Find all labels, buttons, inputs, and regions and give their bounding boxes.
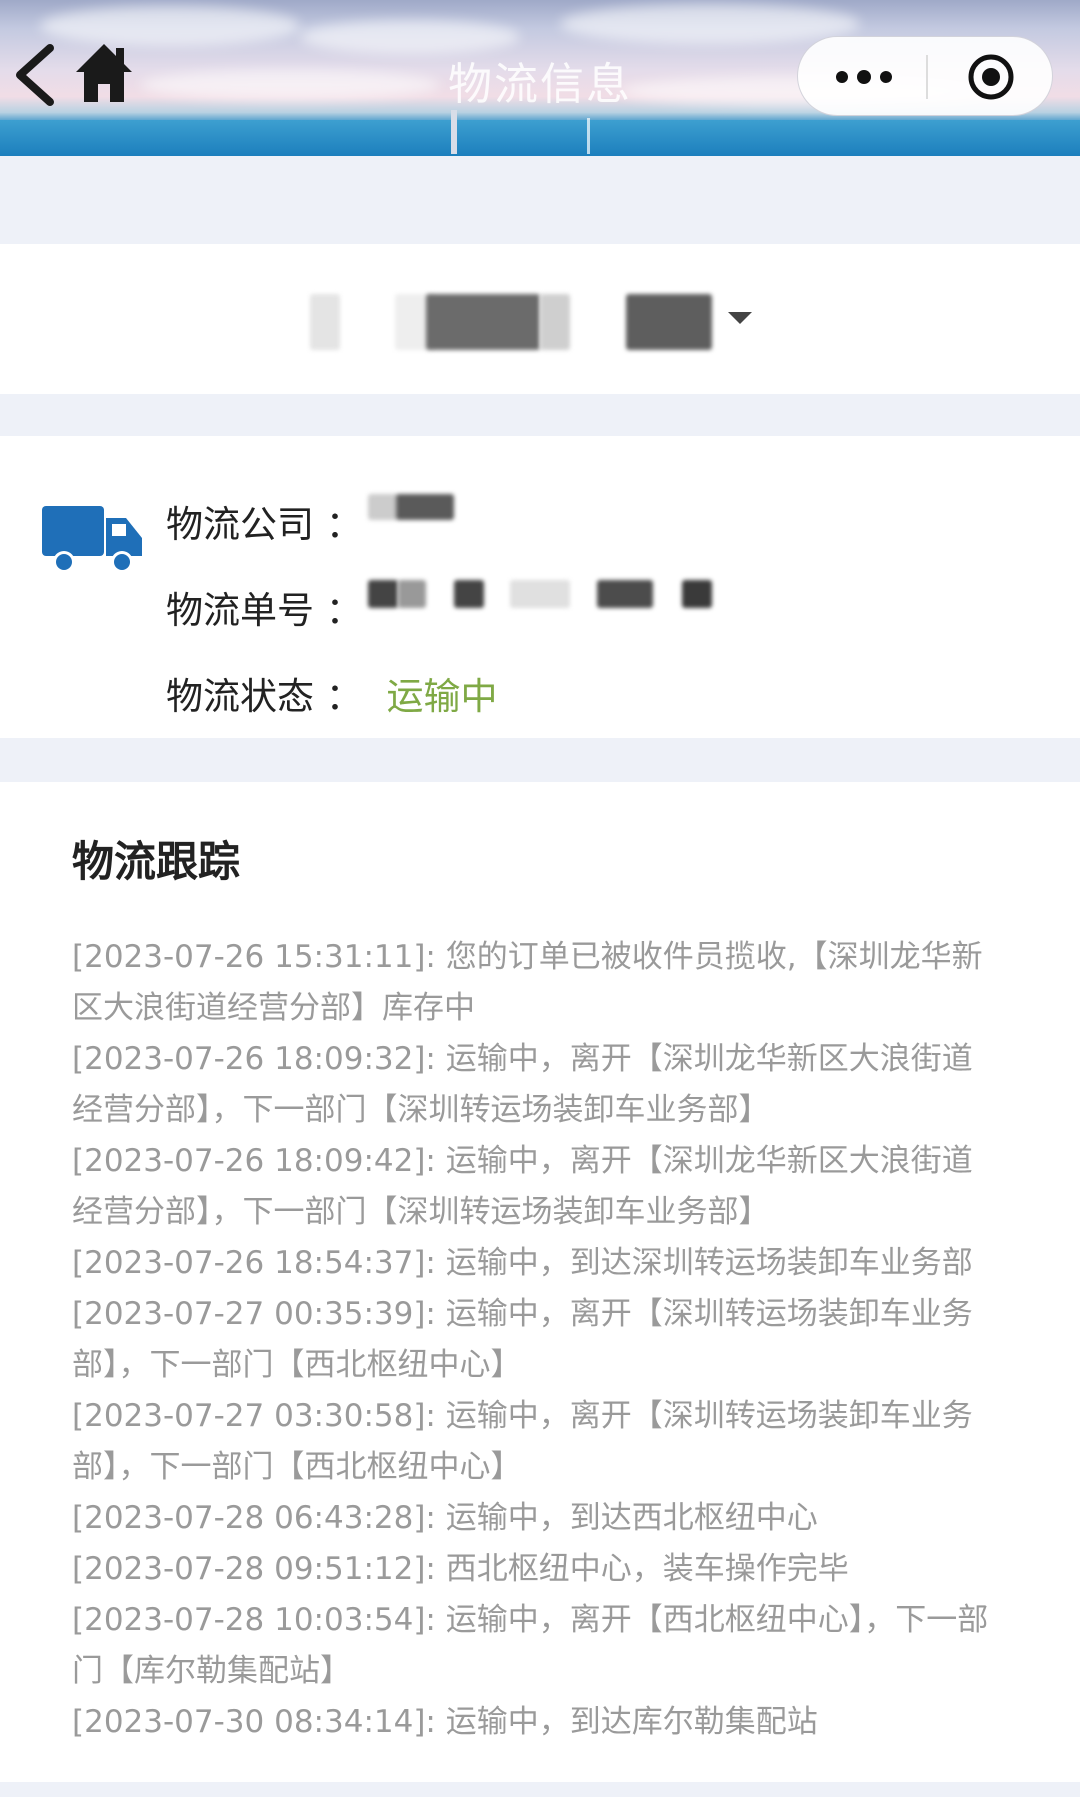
capsule-divider — [926, 55, 928, 99]
tracking-event: [2023-07-27 00:35:39]: 运输中，离开【深圳转运场装卸车业务… — [72, 1296, 973, 1383]
status-value: 运输中 — [386, 675, 498, 718]
tracking-event: [2023-07-28 09:51:12]: 西北枢纽中心，装车操作完毕 — [72, 1551, 849, 1587]
redacted-text — [310, 294, 340, 350]
caret-down-icon[interactable] — [728, 312, 752, 324]
tracking-list: [2023-07-26 15:31:11]: 您的订单已被收件员揽收,【深圳龙华… — [72, 932, 992, 1748]
redacted-number — [398, 580, 426, 608]
tracking-event: [2023-07-26 15:31:11]: 您的订单已被收件员揽收,【深圳龙华… — [72, 939, 983, 1026]
redacted-company — [368, 494, 398, 520]
redacted-company — [396, 494, 454, 520]
redacted-text — [626, 294, 712, 350]
tracking-event: [2023-07-28 06:43:28]: 运输中，到达西北枢纽中心 — [72, 1500, 818, 1536]
close-button[interactable] — [967, 53, 1015, 101]
redacted-number — [597, 580, 653, 608]
company-row: 物流公司 ： — [166, 494, 363, 548]
redacted-text — [540, 294, 570, 350]
tracking-event: [2023-07-28 10:03:54]: 运输中，离开【西北枢纽中心】，下一… — [72, 1602, 989, 1689]
number-row: 物流单号 ： — [166, 580, 363, 634]
status-label: 物流状态 ： — [166, 675, 363, 718]
sea-band — [0, 120, 1080, 156]
mast-decoration — [451, 110, 457, 154]
tracking-event: [2023-07-26 18:09:32]: 运输中，离开【深圳龙华新区大浪街道… — [72, 1041, 973, 1128]
more-button[interactable] — [834, 65, 894, 89]
redacted-number — [454, 580, 484, 608]
company-label: 物流公司 ： — [166, 503, 363, 546]
redacted-number — [368, 580, 398, 608]
status-row: 物流状态 ： 运输中 — [166, 666, 498, 720]
tracking-event: [2023-07-27 03:30:58]: 运输中，离开【深圳转运场装卸车业务… — [72, 1398, 973, 1485]
target-close-icon — [968, 54, 1014, 100]
redacted-number — [682, 580, 712, 608]
more-dots-icon — [836, 70, 892, 84]
tracking-title: 物流跟踪 — [72, 837, 241, 886]
number-label: 物流单号 ： — [166, 589, 363, 632]
truck-icon — [42, 506, 142, 573]
tracking-event: [2023-07-26 18:54:37]: 运输中，到达深圳转运场装卸车业务部 — [72, 1245, 973, 1281]
tracking-event: [2023-07-26 18:09:42]: 运输中，离开【深圳龙华新区大浪街道… — [72, 1143, 973, 1230]
mast-decoration — [587, 118, 590, 154]
redacted-text — [426, 294, 540, 350]
mini-program-capsule — [797, 36, 1053, 116]
redacted-number — [510, 580, 570, 608]
tracking-event: [2023-07-30 08:34:14]: 运输中，到达库尔勒集配站 — [72, 1704, 818, 1740]
